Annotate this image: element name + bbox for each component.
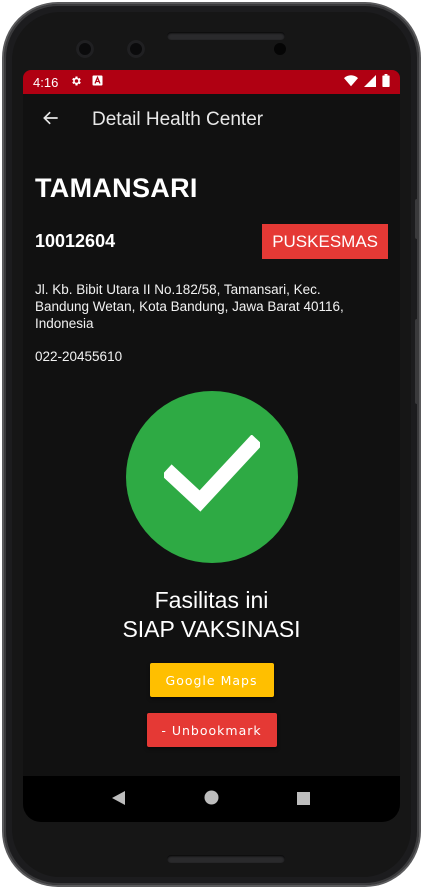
app-bar: Detail Health Center	[23, 94, 400, 146]
status-right-icons	[344, 74, 390, 90]
unbookmark-button[interactable]: - Unbookmark	[146, 713, 277, 747]
page-title: Detail Health Center	[92, 109, 264, 130]
address-text: Jl. Kb. Bibit Utara II No.182/58, Tamans…	[35, 282, 344, 331]
signal-icon	[364, 74, 376, 90]
status-bar: 4:16	[23, 70, 400, 94]
volume-button	[415, 319, 419, 404]
type-badge: PUSKESMAS	[262, 224, 388, 259]
health-center-code: 10012604	[35, 231, 116, 251]
status-line-1: Fasilitas ini	[154, 587, 269, 613]
back-triangle-icon	[112, 790, 126, 809]
earpiece-speaker	[167, 32, 285, 40]
back-button[interactable]	[27, 96, 75, 144]
arrow-back-icon	[41, 108, 61, 132]
code-row: 10012604 PUSKESMAS	[35, 224, 388, 259]
wifi-icon	[344, 74, 358, 90]
status-check-circle	[125, 391, 298, 563]
power-button	[415, 199, 419, 239]
status-time: 4:16	[33, 74, 59, 90]
battery-icon	[382, 74, 390, 90]
nav-back-button[interactable]	[99, 779, 139, 819]
phone-number: 022-20455610	[35, 349, 123, 364]
nav-recents-button[interactable]	[284, 779, 324, 819]
font-a-icon	[92, 75, 103, 89]
front-camera-icon	[76, 40, 94, 58]
nav-home-button[interactable]	[191, 779, 231, 819]
check-icon	[160, 434, 263, 519]
recents-square-icon	[297, 790, 311, 809]
vaccination-status: Fasilitas ini SIAP VAKSINASI	[35, 586, 388, 644]
gear-icon	[70, 75, 82, 90]
system-nav-bar	[23, 776, 400, 822]
status-line-2: SIAP VAKSINASI	[122, 616, 301, 642]
detail-content: TAMANSARI 10012604 PUSKESMAS Jl. Kb. Bib…	[23, 173, 400, 747]
home-circle-icon	[204, 790, 219, 809]
sensor-icon	[274, 43, 286, 55]
bottom-speaker	[167, 855, 285, 863]
screen: 4:16 Detail Health Center TAMANSARI 1001…	[23, 70, 400, 822]
health-center-name: TAMANSARI	[35, 173, 198, 203]
front-camera-icon	[127, 40, 145, 58]
google-maps-button[interactable]: Google Maps	[149, 663, 274, 697]
status-check-wrap	[35, 391, 388, 563]
